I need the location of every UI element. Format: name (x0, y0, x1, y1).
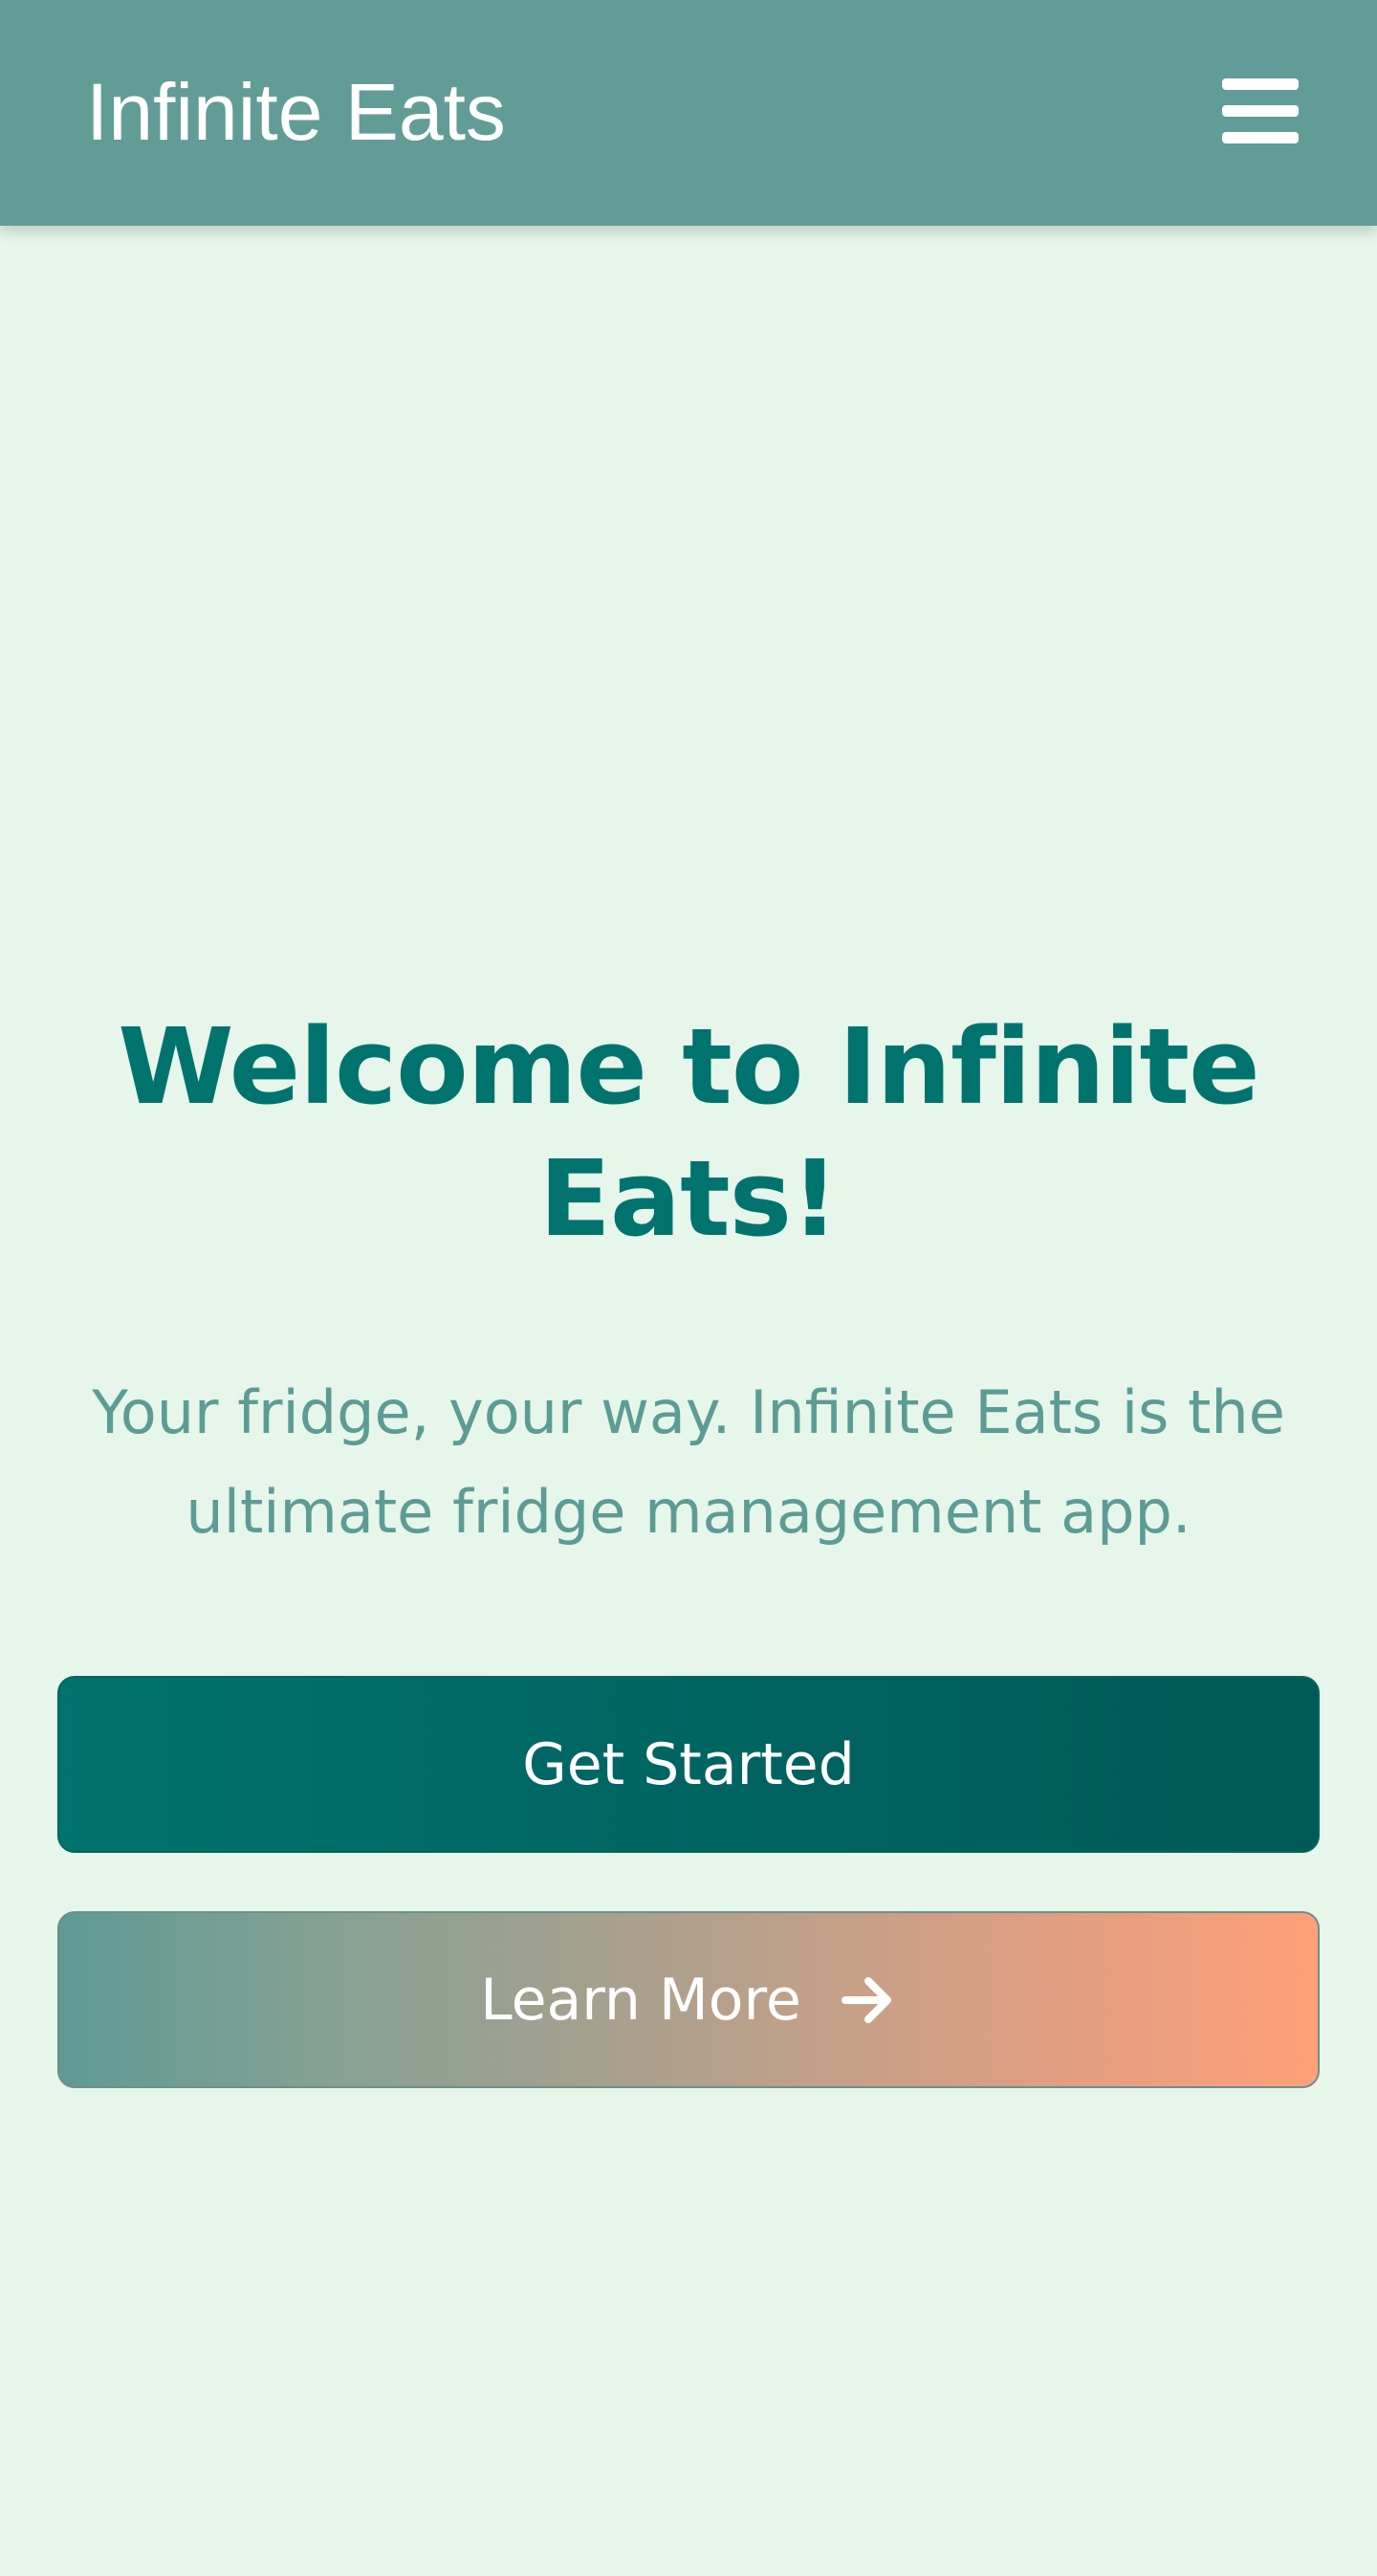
get-started-label: Get Started (522, 1730, 855, 1798)
menu-button[interactable] (1220, 77, 1300, 145)
arrow-right-icon (840, 1973, 897, 2027)
app-brand[interactable]: Infinite Eats (86, 59, 506, 165)
hero-title: Welcome to Infinite Eats! (118, 1005, 1259, 1260)
app-header: Infinite Eats (0, 0, 1377, 226)
hamburger-menu-icon (1220, 77, 1300, 145)
learn-more-label: Learn More (480, 1966, 801, 2034)
hero-subtitle: Your fridge, your way. Infinite Eats is … (92, 1377, 1285, 1547)
learn-more-button[interactable]: Learn More (57, 1911, 1320, 2088)
get-started-button[interactable]: Get Started (57, 1676, 1320, 1853)
